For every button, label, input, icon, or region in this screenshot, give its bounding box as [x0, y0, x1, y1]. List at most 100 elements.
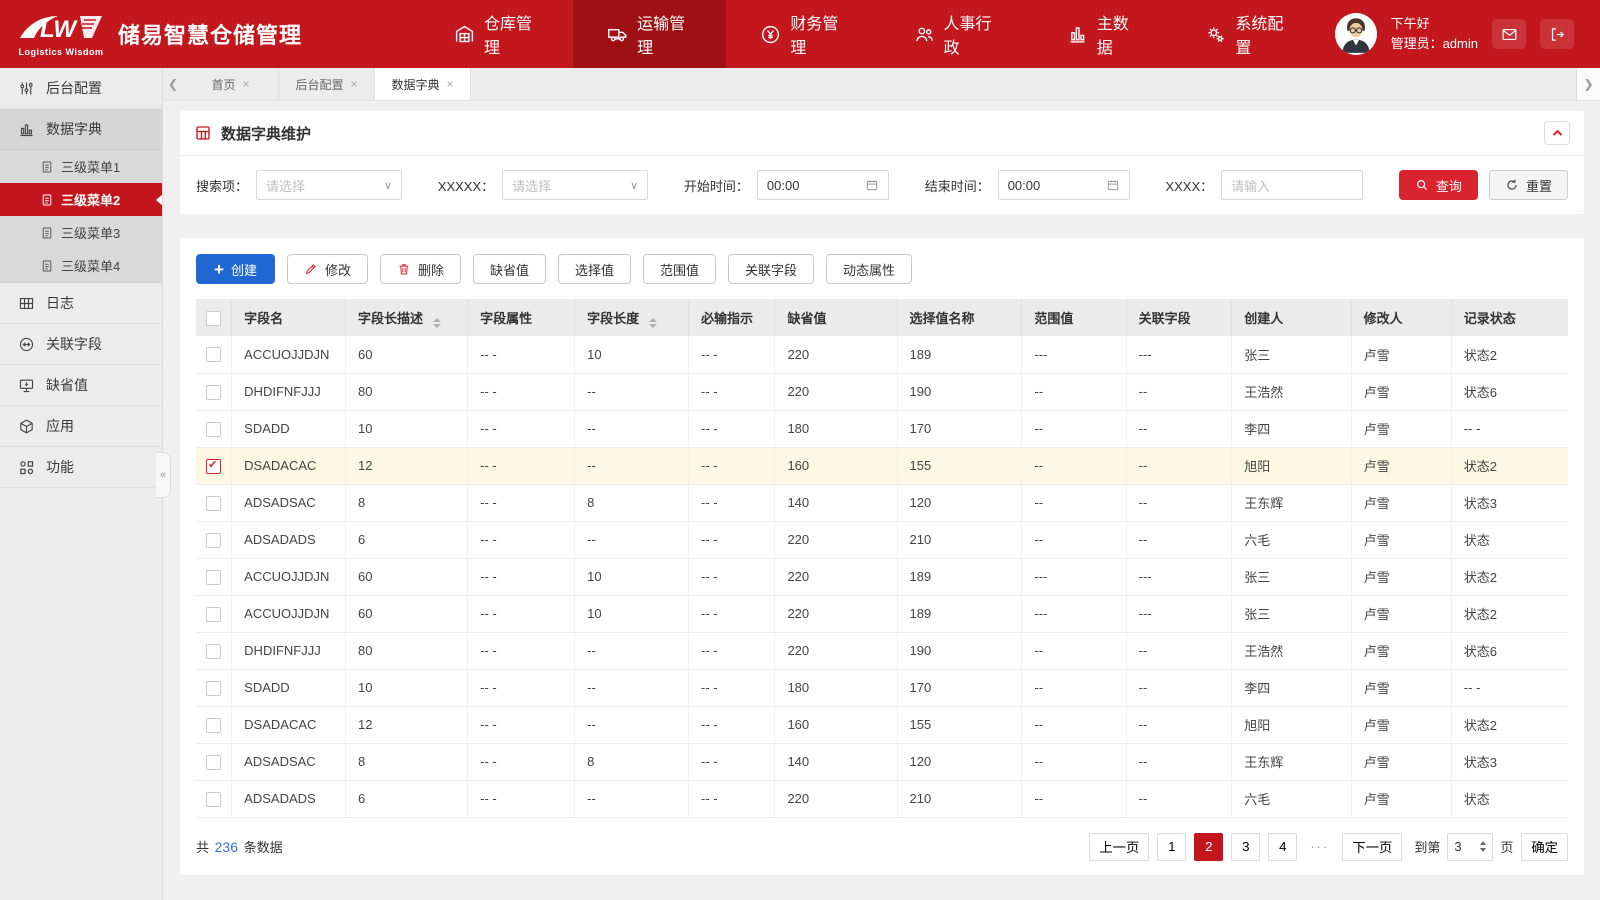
row-checkbox[interactable] [206, 717, 222, 733]
sidebar-item-related-fields[interactable]: 关联字段 [0, 324, 162, 365]
nav-item-master-data[interactable]: 主数据 [1033, 0, 1172, 68]
sidebar-item-menu3-2[interactable]: 三级菜单2 [0, 183, 162, 216]
table-row[interactable]: ACCUOJJDJN 60 -- -10 -- -220 189 --- --- 张三 卢雪 状态… [196, 595, 1568, 633]
page-button-1[interactable]: 1 [1157, 832, 1187, 861]
page-button-2[interactable]: 2 [1194, 832, 1224, 861]
sidebar-item-backend-config[interactable]: 后台配置 [0, 68, 162, 109]
default-value-button[interactable]: 缺省值 [472, 254, 546, 284]
cell-checkbox[interactable] [196, 447, 233, 485]
cell-checkbox[interactable] [196, 521, 233, 559]
cell-checkbox[interactable] [196, 336, 233, 374]
row-checkbox[interactable] [206, 532, 222, 548]
sidebar-item-default-values[interactable]: 缺省值 [0, 365, 162, 406]
row-checkbox[interactable] [206, 606, 222, 622]
sidebar-item-functions[interactable]: 功能 [0, 447, 162, 488]
tab-close-icon[interactable]: × [351, 77, 358, 91]
table-row[interactable]: SDADD 10 -- - -- -- -180 170 -- -- 李四 卢雪 -- - [196, 669, 1568, 707]
sidebar-item-menu3-1[interactable]: 三级菜单1 [0, 150, 162, 183]
nav-item-system-config[interactable]: 系统配置 [1171, 0, 1324, 68]
page-button-4[interactable]: 4 [1268, 832, 1298, 861]
cell-checkbox[interactable] [196, 558, 233, 596]
row-checkbox[interactable] [206, 754, 222, 770]
query-button[interactable]: 查询 [1398, 170, 1478, 200]
table-row[interactable]: ADSADADS 6 -- - -- -- -220 210 -- -- 六毛 卢雪 状态 [196, 521, 1568, 559]
cell-checkbox[interactable] [196, 743, 233, 781]
cell-required: -- - [688, 595, 776, 633]
nav-item-finance[interactable]: 财务管理 [726, 0, 879, 68]
select-all-checkbox[interactable] [206, 310, 222, 326]
row-checkbox[interactable] [206, 643, 222, 659]
sidebar-item-logs[interactable]: 日志 [0, 283, 162, 324]
cell-checkbox[interactable] [196, 373, 233, 411]
tabs-scroll-left-button[interactable]: ❮ [163, 68, 183, 100]
table-row[interactable]: DSADACAC12-- ----- -160155----旭阳卢雪状态2 [196, 706, 1568, 744]
search-item-select[interactable]: 请选择 ∨ [256, 170, 403, 200]
table-row[interactable]: ACCUOJJDJN 60 -- -10 -- -220 189 --- --- 张三 卢雪 状态… [196, 558, 1568, 596]
edit-button[interactable]: 修改 [286, 254, 368, 284]
table-row[interactable]: SDADD 10 -- - -- -- -180 170 -- -- 李四 卢雪 -- - [196, 410, 1568, 448]
sidebar-item-label: 应用 [46, 418, 74, 434]
logout-button[interactable] [1540, 19, 1574, 49]
delete-button[interactable]: 删除 [379, 254, 461, 284]
xxxxx-select[interactable]: 请选择 ∨ [502, 170, 649, 200]
sidebar-item-data-dictionary[interactable]: 数据字典 [0, 109, 162, 150]
xxxx-input[interactable]: 请输入 [1221, 170, 1364, 200]
confirm-button[interactable]: 确定 [1521, 832, 1568, 861]
table-row[interactable]: ADSADSAC 8 -- -8 -- -140 120 -- -- 王东辉 卢雪 状态3 [196, 484, 1568, 522]
tab-close-icon[interactable]: × [243, 77, 250, 91]
cell-checkbox[interactable] [196, 706, 233, 744]
sidebar-collapse-handle[interactable]: « [156, 452, 171, 498]
sidebar-item-menu3-4[interactable]: 三级菜单4 [0, 249, 162, 282]
row-checkbox[interactable] [206, 384, 222, 400]
row-checkbox[interactable] [206, 791, 222, 807]
cell-checkbox[interactable] [196, 632, 233, 670]
tab-backend-config[interactable]: 后台配置 × [279, 68, 375, 100]
tab-close-icon[interactable]: × [447, 77, 454, 91]
table-row[interactable]: ADSADADS 6 -- - -- -- -220 210 -- -- 六毛 卢雪 状态 [196, 780, 1568, 818]
row-checkbox[interactable] [206, 495, 222, 511]
start-time-input[interactable]: 00:00 [756, 170, 889, 200]
sidebar-item-menu3-3[interactable]: 三级菜单3 [0, 216, 162, 249]
goto-page-stepper[interactable]: 3 [1447, 832, 1494, 861]
reset-button[interactable]: 重置 [1488, 170, 1568, 200]
nav-item-warehouse[interactable]: 仓库管理 [420, 0, 573, 68]
row-checkbox[interactable] [206, 421, 222, 437]
nav-item-hr[interactable]: 人事行政 [880, 0, 1033, 68]
next-page-button[interactable]: 下一页 [1342, 832, 1403, 861]
table-row[interactable]: DSADACAC12-- ----- -160155----旭阳卢雪状态2 [196, 447, 1568, 485]
related-field-button[interactable]: 关联字段 [728, 254, 815, 284]
cell-checkbox[interactable] [196, 484, 233, 522]
nav-item-transport[interactable]: 运输管理 [573, 0, 727, 68]
sidebar-item-applications[interactable]: 应用 [0, 406, 162, 447]
page-button-3[interactable]: 3 [1231, 832, 1261, 861]
tabs-scroll-right-button[interactable]: ❯ [1576, 68, 1600, 100]
column-header-length[interactable]: 字段长度 [574, 299, 690, 336]
cell-checkbox[interactable] [196, 780, 233, 818]
table-row[interactable]: DHDIFNFJJJ 80 -- - -- -- -220 190 -- -- 王浩然 卢雪 状态6 [196, 373, 1568, 411]
prev-page-button[interactable]: 上一页 [1089, 832, 1150, 861]
tab-data-dictionary[interactable]: 数据字典 × [375, 68, 471, 100]
table-row[interactable]: ADSADSAC 8 -- -8 -- -140 120 -- -- 王东辉 卢雪 状态3 [196, 743, 1568, 781]
end-time-input[interactable]: 00:00 [997, 170, 1130, 200]
select-value-button[interactable]: 选择值 [558, 254, 632, 284]
column-header-len_desc[interactable]: 字段长描述 [345, 299, 469, 336]
range-value-button[interactable]: 范围值 [643, 254, 717, 284]
cell-default: 220 [774, 558, 898, 596]
cell-checkbox[interactable] [196, 669, 233, 707]
row-checkbox[interactable] [206, 680, 222, 696]
mail-button[interactable] [1492, 19, 1526, 49]
row-checkbox[interactable] [206, 347, 222, 363]
row-checkbox[interactable] [206, 569, 222, 585]
sort-icon[interactable] [649, 317, 658, 328]
sort-icon[interactable] [433, 317, 442, 328]
create-button[interactable]: + 创建 [196, 254, 275, 284]
table-row[interactable]: ACCUOJJDJN 60 -- -10 -- -220 189 --- --- 张三 卢雪 状态… [196, 336, 1568, 374]
cell-checkbox[interactable] [196, 410, 233, 448]
cell-checkbox[interactable] [196, 595, 233, 633]
tab-home[interactable]: 首页 × [183, 68, 279, 100]
dynamic-attr-button[interactable]: 动态属性 [826, 254, 913, 284]
table-row[interactable]: DHDIFNFJJJ 80 -- - -- -- -220 190 -- -- 王浩然 卢雪 状态6 [196, 632, 1568, 670]
avatar[interactable] [1334, 13, 1377, 55]
row-checkbox[interactable] [206, 458, 222, 474]
panel-collapse-button[interactable] [1544, 121, 1570, 145]
